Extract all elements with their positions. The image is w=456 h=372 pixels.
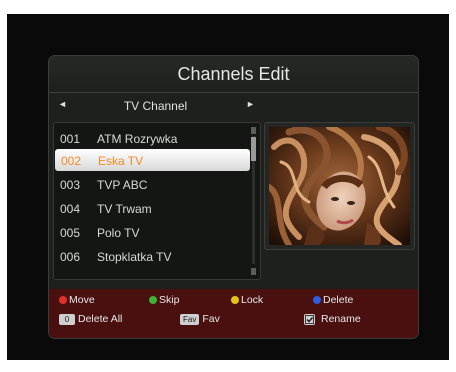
channel-number: 003 xyxy=(60,178,81,192)
delete-all-button[interactable]: 0 Delete All xyxy=(59,313,122,325)
channel-row[interactable]: 004 TV Trwam xyxy=(54,197,250,219)
channel-row-selected[interactable]: 002 Eska TV xyxy=(55,149,250,171)
channel-name: ATM Rozrywka xyxy=(97,132,178,146)
check-icon xyxy=(304,313,315,325)
rename-label: Rename xyxy=(321,313,361,325)
left-arrow-icon[interactable]: ◄ xyxy=(58,99,67,109)
channel-number: 001 xyxy=(60,132,81,146)
channels-edit-panel: Channels Edit ◄ TV Channel ► 001 ATM Roz… xyxy=(48,55,419,339)
blue-button-icon xyxy=(313,296,321,304)
scroll-up-button[interactable] xyxy=(251,127,256,134)
right-arrow-icon[interactable]: ► xyxy=(246,99,255,109)
zero-key-icon: 0 xyxy=(59,313,75,325)
channel-list: 001 ATM Rozrywka 002 Eska TV 003 TVP ABC… xyxy=(53,122,261,280)
channel-preview-image xyxy=(269,127,410,245)
move-label: Move xyxy=(69,294,95,306)
channel-number: 005 xyxy=(60,226,81,240)
delete-label: Delete xyxy=(323,294,354,306)
skip-label: Skip xyxy=(159,294,180,306)
channel-row[interactable]: 001 ATM Rozrywka xyxy=(54,127,250,149)
green-button-icon xyxy=(149,296,157,304)
channel-number: 002 xyxy=(61,154,82,168)
title-bar: Channels Edit xyxy=(49,56,418,93)
tv-frame: Channels Edit ◄ TV Channel ► 001 ATM Roz… xyxy=(7,14,449,360)
lock-label: Lock xyxy=(241,294,264,306)
red-button-icon xyxy=(59,296,67,304)
channel-name: Stopklatka TV xyxy=(97,250,172,264)
channel-group-label: TV Channel xyxy=(123,99,188,113)
delete-button[interactable]: Delete xyxy=(313,294,353,306)
channel-name: Polo TV xyxy=(97,226,140,240)
channel-preview-frame xyxy=(264,122,415,250)
lock-button[interactable]: Lock xyxy=(231,294,263,306)
skip-button[interactable]: Skip xyxy=(149,294,179,306)
fav-button[interactable]: Fav Fav xyxy=(180,313,220,325)
channel-name: Eska TV xyxy=(98,154,144,168)
channel-group-selector[interactable]: ◄ TV Channel ► xyxy=(53,94,414,118)
channel-row[interactable]: 005 Polo TV xyxy=(54,221,250,243)
yellow-button-icon xyxy=(231,296,239,304)
channel-name: TV Trwam xyxy=(97,202,152,216)
channel-number: 004 xyxy=(60,202,81,216)
channel-list-scrollbar[interactable] xyxy=(251,127,256,275)
channel-row[interactable]: 003 TVP ABC xyxy=(54,173,250,195)
channel-number: 006 xyxy=(60,250,81,264)
delete-all-label: Delete All xyxy=(78,313,123,325)
channel-row[interactable]: 006 Stopklatka TV xyxy=(54,245,250,267)
fav-label: Fav xyxy=(202,313,220,325)
scroll-down-button[interactable] xyxy=(251,268,256,275)
channel-name: TVP ABC xyxy=(97,178,148,192)
rename-button[interactable]: Rename xyxy=(304,313,361,325)
page-title: Channels Edit xyxy=(177,63,290,84)
help-bar: Move Skip Lock Delete 0 Delete All Fav F… xyxy=(49,289,418,338)
fav-key-icon: Fav xyxy=(180,313,200,325)
screen: Channels Edit ◄ TV Channel ► 001 ATM Roz… xyxy=(0,0,456,372)
scroll-thumb[interactable] xyxy=(251,137,256,161)
move-button[interactable]: Move xyxy=(59,294,95,306)
